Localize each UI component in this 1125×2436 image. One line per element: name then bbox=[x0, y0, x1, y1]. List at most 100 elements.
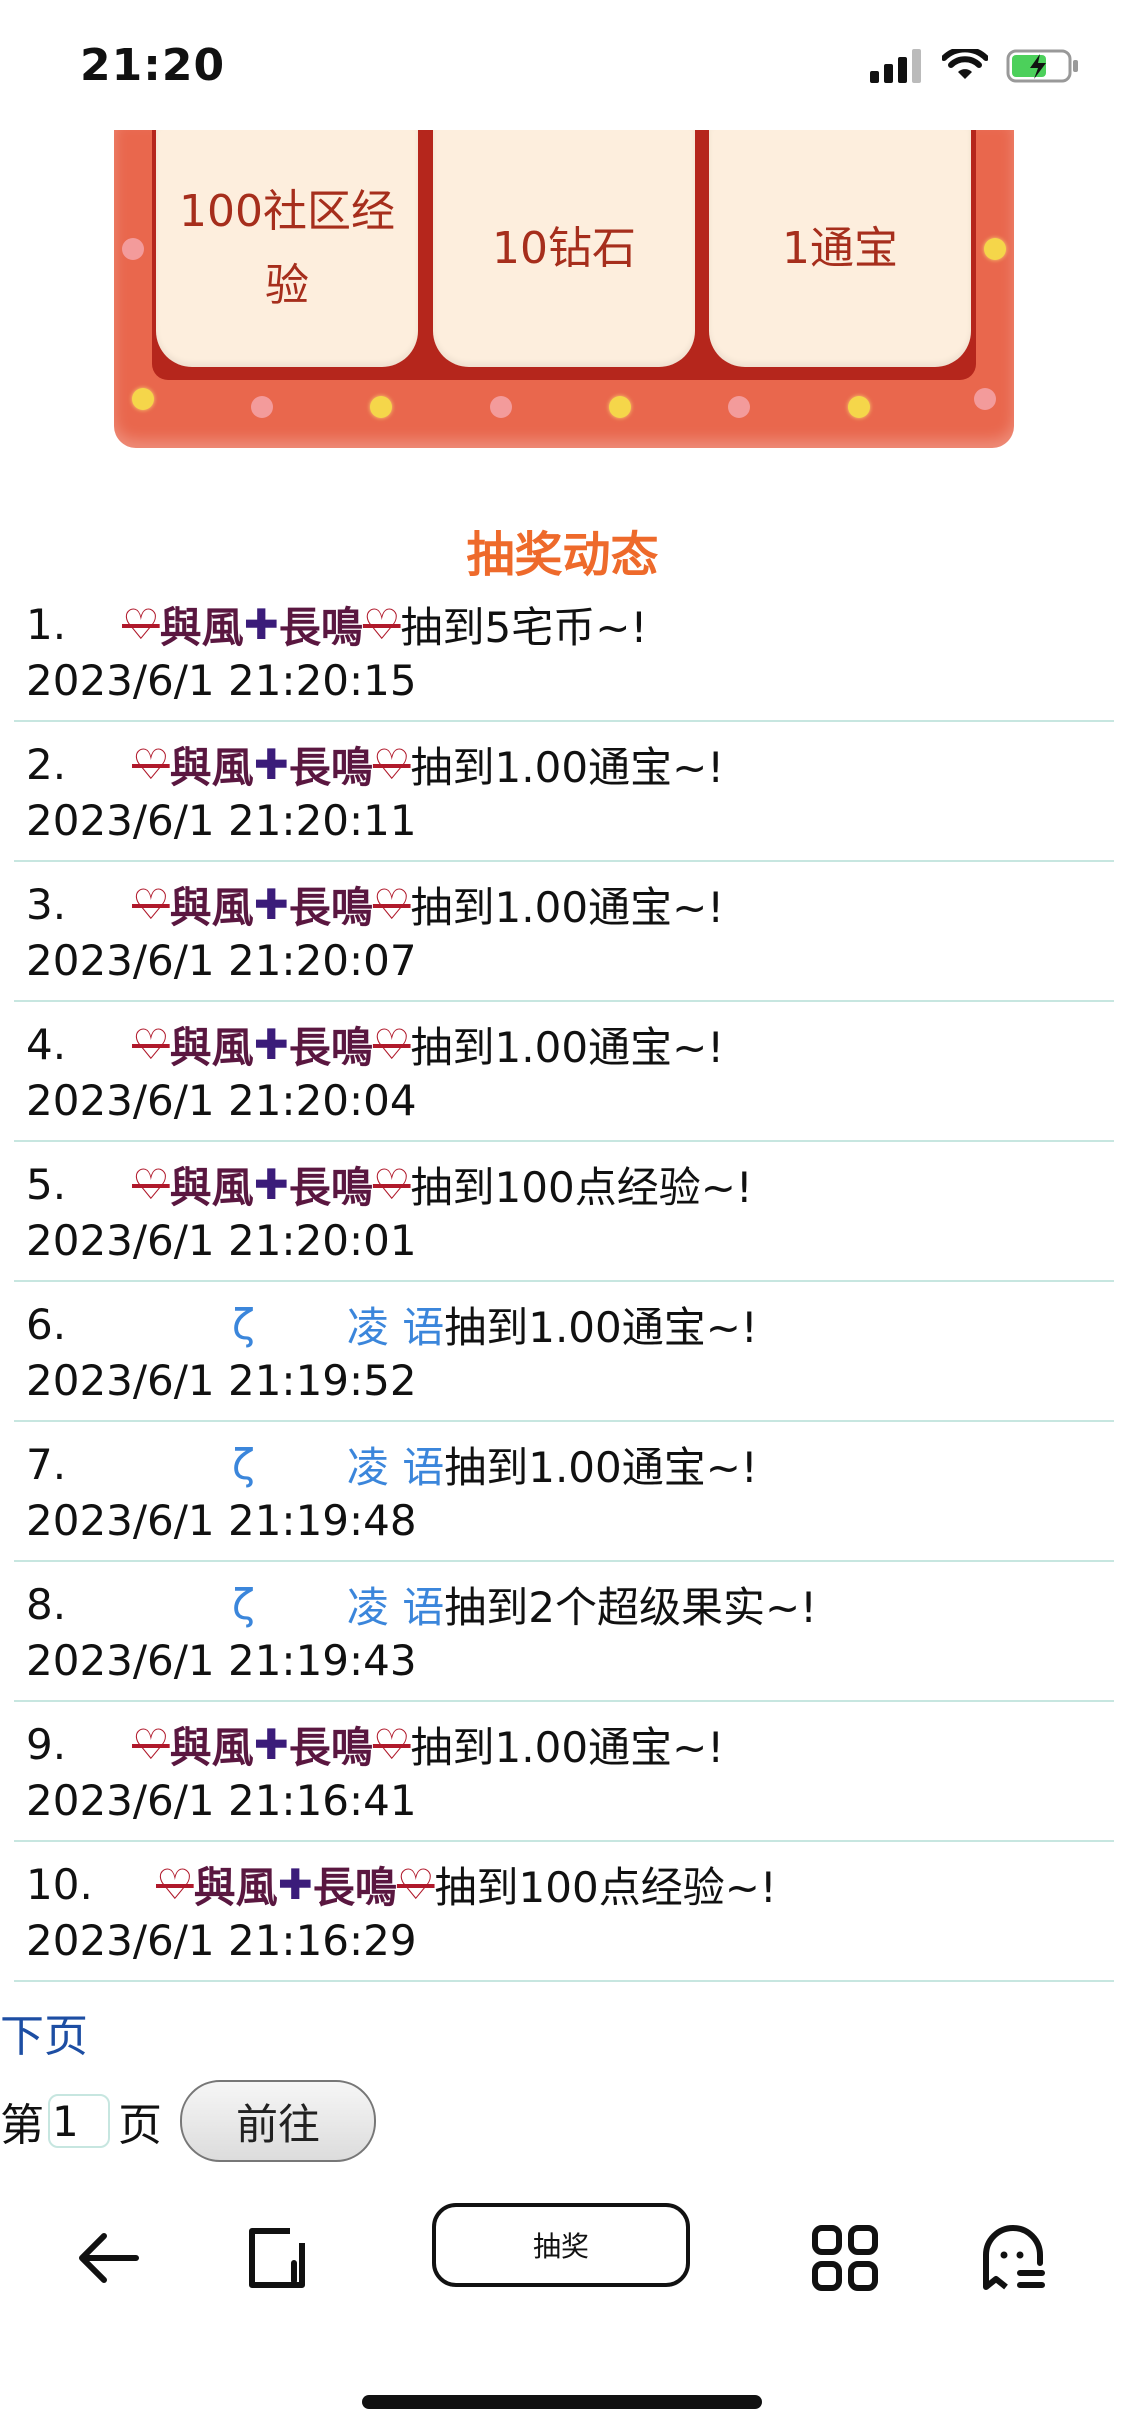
home-indicator bbox=[362, 2395, 762, 2409]
lottery-button[interactable]: 抽奖 bbox=[432, 2203, 690, 2287]
heart-icon: ♡ bbox=[372, 879, 411, 929]
record-username[interactable]: ζ凌 语 bbox=[122, 1574, 444, 1635]
record-username[interactable]: ζ凌 语 bbox=[122, 1434, 444, 1495]
ghost-icon[interactable] bbox=[968, 2213, 1058, 2303]
record-time: 2023/6/1 21:20:11 bbox=[26, 796, 417, 845]
record-number: 7. bbox=[26, 1439, 67, 1489]
light-bulb bbox=[848, 396, 870, 418]
page-icon[interactable] bbox=[232, 2213, 322, 2303]
record-username[interactable]: ♡ 與風 ✚ 長鳴 ♡ bbox=[132, 1154, 411, 1215]
username-part: ζ bbox=[232, 1579, 255, 1629]
record-time: 2023/6/1 21:20:07 bbox=[26, 936, 417, 985]
record-time: 2023/6/1 21:19:48 bbox=[26, 1496, 417, 1545]
record-prize-text: 抽到1.00通宝~! bbox=[410, 1022, 725, 1072]
cross-icon: ✚ bbox=[253, 1719, 289, 1769]
username-part: 長鳴 bbox=[278, 602, 363, 652]
light-bulb bbox=[251, 396, 273, 418]
status-time: 21:20 bbox=[80, 40, 226, 91]
record-line: 9. ♡ 與風 ✚ 長鳴 ♡ 抽到1.00通宝~! bbox=[26, 1716, 1114, 1772]
heart-icon: ♡ bbox=[362, 599, 401, 649]
record-item: 2. ♡ 與風 ✚ 長鳴 ♡ 抽到1.00通宝~! 2023/6/1 21:20:11 bbox=[14, 722, 1114, 862]
username-part: 凌 语 bbox=[346, 1302, 445, 1352]
record-username[interactable]: ♡ 與風 ✚ 長鳴 ♡ bbox=[156, 1854, 435, 1915]
goto-button[interactable]: 前往 bbox=[180, 2080, 376, 2162]
record-username[interactable]: ζ凌 语 bbox=[122, 1294, 444, 1355]
heart-icon: ♡ bbox=[156, 1859, 194, 1909]
username-part: 長鳴 bbox=[288, 1722, 373, 1772]
heart-icon: ♡ bbox=[372, 1159, 411, 1209]
record-line: 10. ♡ 與風 ✚ 長鳴 ♡ 抽到100点经验~! bbox=[26, 1856, 1114, 1912]
record-username[interactable]: ♡ 與風 ✚ 長鳴 ♡ bbox=[132, 1014, 411, 1075]
back-arrow-icon[interactable] bbox=[64, 2213, 154, 2303]
heart-icon: ♡ bbox=[372, 1719, 411, 1769]
username-part: 與風 bbox=[169, 1162, 254, 1212]
grid-icon[interactable] bbox=[800, 2213, 890, 2303]
username-part: ζ bbox=[232, 1299, 255, 1349]
heart-icon: ♡ bbox=[132, 739, 170, 789]
username-part: 與風 bbox=[159, 602, 244, 652]
page-prefix: 第 bbox=[0, 2100, 44, 2151]
username-part: 凌 语 bbox=[346, 1442, 445, 1492]
cross-icon: ✚ bbox=[253, 739, 289, 789]
light-bulb bbox=[609, 396, 631, 418]
record-prize-text: 抽到100点经验~! bbox=[410, 1162, 753, 1212]
record-line: 8. ζ 凌 语抽到2个超级果实~! bbox=[26, 1576, 1114, 1632]
cross-icon: ✚ bbox=[277, 1859, 313, 1909]
prize-label: 10钻石 bbox=[492, 222, 636, 274]
lottery-machine: 100社区经验 10钻石 1通宝 bbox=[114, 130, 1014, 448]
record-prize-text: 抽到1.00通宝~! bbox=[444, 1302, 758, 1352]
record-number: 10. bbox=[26, 1859, 93, 1909]
username-part: ζ bbox=[232, 1439, 255, 1489]
record-item: 5. ♡ 與風 ✚ 長鳴 ♡ 抽到100点经验~! 2023/6/1 21:20:01 bbox=[14, 1142, 1114, 1282]
record-item: 3. ♡ 與風 ✚ 長鳴 ♡ 抽到1.00通宝~! 2023/6/1 21:20:07 bbox=[14, 862, 1114, 1002]
record-prize-text: 抽到1.00通宝~! bbox=[444, 1442, 758, 1492]
username-part: 與風 bbox=[169, 882, 254, 932]
light-bulb bbox=[728, 396, 750, 418]
page-jump: 第 页 前往 bbox=[0, 2080, 376, 2162]
username-part: 凌 语 bbox=[346, 1582, 445, 1632]
heart-icon: ♡ bbox=[372, 739, 411, 789]
username-part: 與風 bbox=[169, 742, 254, 792]
record-username[interactable]: ♡ 與風 ✚ 長鳴 ♡ bbox=[122, 594, 401, 655]
record-item: 7. ζ 凌 语抽到1.00通宝~! 2023/6/1 21:19:48 bbox=[14, 1422, 1114, 1562]
next-page-link[interactable]: 下页 bbox=[0, 2000, 88, 2064]
lottery-page: 21:20 100社区经验 10钻石 1通宝 抽奖动态 1. ♡ 與風 ✚ 長鳴… bbox=[0, 0, 1125, 2436]
heart-icon: ♡ bbox=[396, 1859, 435, 1909]
prize-slot-1: 100社区经验 bbox=[156, 130, 418, 367]
status-bar: 21:20 bbox=[0, 0, 1125, 130]
record-time: 2023/6/1 21:20:15 bbox=[26, 656, 417, 705]
record-number: 8. bbox=[26, 1579, 67, 1629]
bottom-nav: 抽奖 bbox=[0, 2175, 1125, 2335]
record-prize-text: 抽到100点经验~! bbox=[434, 1862, 777, 1912]
username-part: 長鳴 bbox=[288, 1022, 373, 1072]
record-line: 2. ♡ 與風 ✚ 長鳴 ♡ 抽到1.00通宝~! bbox=[26, 736, 1114, 792]
record-line: 7. ζ 凌 语抽到1.00通宝~! bbox=[26, 1436, 1114, 1492]
status-icons bbox=[870, 46, 1080, 88]
record-line: 1. ♡ 與風 ✚ 長鳴 ♡ 抽到5宅币~! bbox=[26, 596, 1114, 652]
username-part: 與風 bbox=[169, 1722, 254, 1772]
page-number-input[interactable] bbox=[48, 2094, 110, 2148]
record-number: 4. bbox=[26, 1019, 67, 1069]
record-time: 2023/6/1 21:16:41 bbox=[26, 1776, 417, 1825]
light-bulb bbox=[984, 238, 1006, 260]
username-part: 與風 bbox=[169, 1022, 254, 1072]
record-prize-text: 抽到2个超级果实~! bbox=[444, 1582, 817, 1632]
record-number: 9. bbox=[26, 1719, 67, 1769]
heart-icon: ♡ bbox=[122, 599, 160, 649]
battery-icon bbox=[1006, 48, 1080, 88]
lottery-records-list: 1. ♡ 與風 ✚ 長鳴 ♡ 抽到5宅币~! 2023/6/1 21:20:15 2. ♡ 與風 ✚ 長… bbox=[14, 582, 1114, 1982]
username-part: 長鳴 bbox=[288, 742, 373, 792]
record-username[interactable]: ♡ 與風 ✚ 長鳴 ♡ bbox=[132, 874, 411, 935]
cross-icon: ✚ bbox=[253, 1019, 289, 1069]
record-prize-text: 抽到1.00通宝~! bbox=[410, 742, 725, 792]
record-username[interactable]: ♡ 與風 ✚ 長鳴 ♡ bbox=[132, 1714, 411, 1775]
cross-icon: ✚ bbox=[253, 1159, 289, 1209]
prize-slot-2: 10钻石 bbox=[433, 130, 695, 367]
username-part: 長鳴 bbox=[288, 882, 373, 932]
page-suffix: 页 bbox=[118, 2100, 162, 2151]
record-username[interactable]: ♡ 與風 ✚ 長鳴 ♡ bbox=[132, 734, 411, 795]
heart-icon: ♡ bbox=[132, 1159, 170, 1209]
record-time: 2023/6/1 21:20:01 bbox=[26, 1216, 417, 1265]
light-bulb bbox=[370, 396, 392, 418]
prize-label: 1通宝 bbox=[782, 222, 898, 274]
